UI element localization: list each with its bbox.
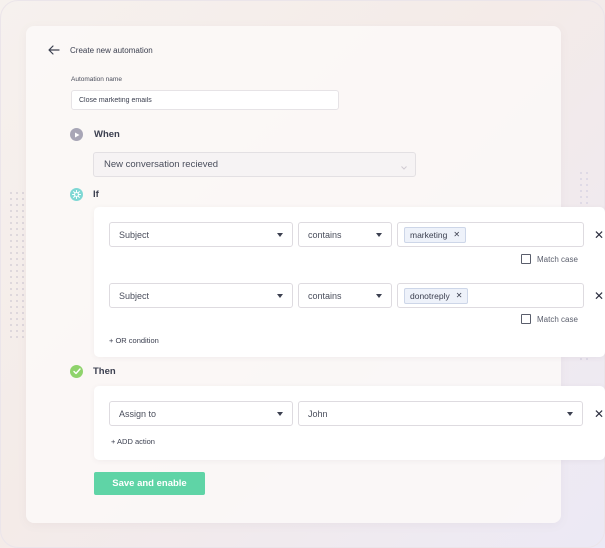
when-label: When [94,129,120,140]
page-title: Create new automation [70,45,153,55]
trigger-select[interactable]: New conversation recieved [93,152,416,177]
conditions-card: Subject contains marketing ✕ ✕ Match cas… [94,207,605,357]
settings-cog-icon [70,188,83,201]
match-case-1: Match case [521,254,578,264]
caret-down-icon [277,294,283,298]
condition-1-field-select[interactable]: Subject [109,222,293,247]
condition-2-operator-select[interactable]: contains [298,283,392,308]
caret-down-icon [567,412,573,416]
match-case-1-label: Match case [537,254,578,264]
chip-label: donotreply [410,290,450,301]
page-header: Create new automation [48,44,153,56]
caret-down-icon [376,294,382,298]
condition-1-field-value: Subject [119,229,150,240]
automation-name-label: Automation name [71,76,122,83]
trigger-select-value: New conversation recieved [104,159,219,170]
then-label: Then [93,366,116,377]
automation-name-input[interactable] [71,90,339,110]
match-case-2-label: Match case [537,314,578,324]
value-chip: marketing ✕ [404,226,467,243]
condition-2-operator-value: contains [308,290,342,301]
remove-condition-2-icon[interactable]: ✕ [594,290,604,302]
chip-remove-icon[interactable]: ✕ [453,230,460,239]
caret-down-icon [376,233,382,237]
chevron-down-icon [401,162,407,173]
condition-1-operator-value: contains [308,229,342,240]
caret-down-icon [277,412,283,416]
save-and-enable-button[interactable]: Save and enable [94,472,205,495]
match-case-2: Match case [521,314,578,324]
chip-remove-icon[interactable]: ✕ [456,291,463,300]
condition-1-operator-select[interactable]: contains [298,222,392,247]
caret-down-icon [277,233,283,237]
chip-label: marketing [410,229,448,240]
action-1-type-select[interactable]: Assign to [109,401,293,426]
play-icon [70,128,83,141]
actions-card: Assign to John ✕ + ADD action [94,386,605,460]
add-action-button[interactable]: + ADD action [111,437,155,446]
action-1-type-value: Assign to [119,408,157,419]
remove-condition-1-icon[interactable]: ✕ [594,229,604,241]
condition-2-field-select[interactable]: Subject [109,283,293,308]
value-chip: donotreply ✕ [404,287,469,304]
match-case-1-checkbox[interactable] [521,254,531,264]
condition-1-value-input[interactable]: marketing ✕ [397,222,584,247]
remove-action-1-icon[interactable]: ✕ [594,408,604,420]
arrow-left-icon[interactable] [48,44,62,56]
action-1-target-value: John [308,408,328,419]
match-case-2-checkbox[interactable] [521,314,531,324]
condition-2-value-input[interactable]: donotreply ✕ [397,283,584,308]
check-circle-icon [70,365,83,378]
condition-2-field-value: Subject [119,290,150,301]
action-1-target-select[interactable]: John [298,401,583,426]
if-label: If [93,189,99,200]
add-or-condition-button[interactable]: + OR condition [109,336,159,345]
